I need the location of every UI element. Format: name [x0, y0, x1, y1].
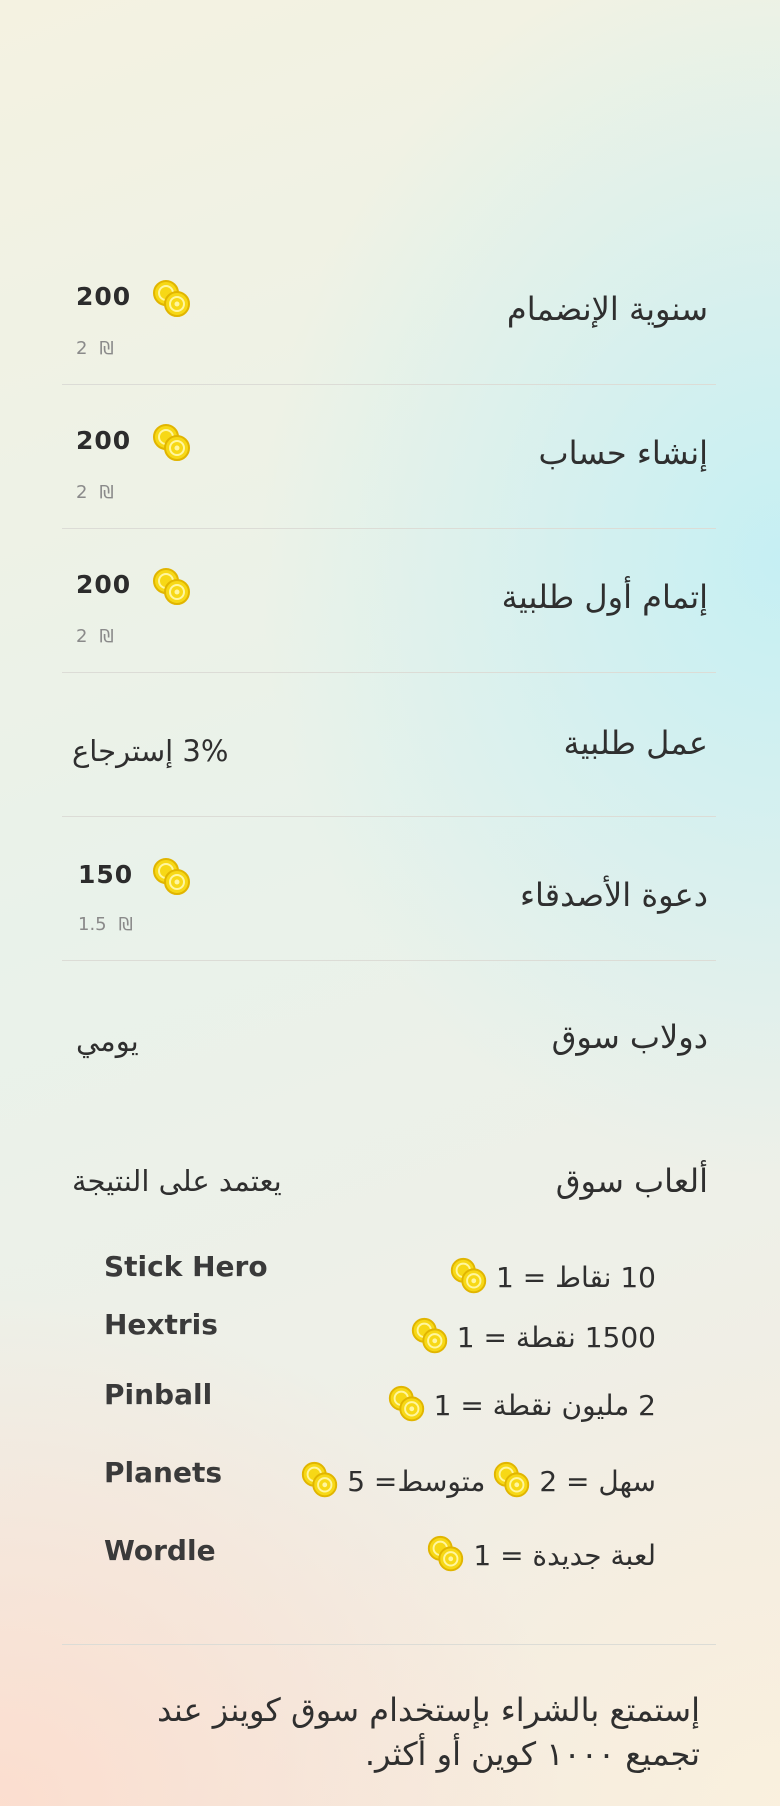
reward-title: دولاب سوق: [551, 1018, 708, 1056]
game-name-hextris: Hextris: [104, 1308, 218, 1341]
footer-note: إستمتع بالشراء بإستخدام سوق كوينز عند تج…: [157, 1691, 700, 1773]
reward-row-place-order: عمل طلبية 3% إسترجاع: [62, 672, 716, 817]
reward-amount: 200: [76, 282, 132, 311]
reward-title: إنشاء حساب: [538, 434, 708, 472]
game-name-stick-hero: Stick Hero: [104, 1250, 268, 1283]
game-rate-hextris: 1500 نقطة = 1: [403, 1316, 656, 1358]
reward-title: دعوة الأصدقاء: [519, 876, 708, 914]
reward-amount: 200: [76, 570, 132, 599]
coin-stack-icon: [409, 1316, 451, 1358]
reward-row-anniversary: سنوية الإنضمام 200 2 ₪: [62, 240, 716, 385]
coin-stack-icon: [150, 856, 194, 900]
coin-stack-icon: [491, 1460, 533, 1502]
game-rate-planets: سهل = 2 متوسط= 5: [293, 1460, 656, 1502]
game-rate-stick-hero: 10 نقاط = 1: [442, 1256, 656, 1298]
reward-value: 2 ₪: [76, 626, 114, 647]
coin-stack-icon: [150, 566, 194, 610]
game-rate-pinball: 2 مليون نقطة = 1: [380, 1384, 656, 1426]
reward-amount: 150: [78, 860, 134, 889]
coin-stack-icon: [299, 1460, 341, 1502]
reward-value: 1.5 ₪: [78, 914, 133, 935]
reward-amount: 200: [76, 426, 132, 455]
reward-title: عمل طلبية: [563, 724, 708, 762]
reward-row-games: ألعاب سوق يعتمد على النتيجة: [62, 1104, 716, 1200]
reward-row-wheel: دولاب سوق يومي: [62, 960, 716, 1104]
reward-row-create-account: إنشاء حساب 200 2 ₪: [62, 384, 716, 529]
reward-title: إتمام أول طلبية: [501, 578, 708, 616]
reward-text: يعتمد على النتيجة: [72, 1164, 282, 1198]
reward-value: 2 ₪: [76, 338, 114, 359]
game-name-pinball: Pinball: [104, 1378, 213, 1411]
reward-title: سنوية الإنضمام: [506, 290, 708, 328]
footer-divider: [62, 1644, 716, 1645]
coin-stack-icon: [150, 422, 194, 466]
game-name-wordle: Wordle: [104, 1534, 216, 1567]
reward-row-invite-friends: دعوة الأصدقاء 150 1.5 ₪: [62, 816, 716, 961]
reward-text: 3% إسترجاع: [72, 734, 229, 768]
coin-stack-icon: [386, 1384, 428, 1426]
reward-text: يومي: [76, 1024, 139, 1058]
reward-row-first-order: إتمام أول طلبية 200 2 ₪: [62, 528, 716, 673]
coin-stack-icon: [150, 278, 194, 322]
game-name-planets: Planets: [104, 1456, 222, 1489]
game-rate-wordle: لعبة جديدة = 1: [419, 1534, 656, 1576]
coin-stack-icon: [425, 1534, 467, 1576]
coin-stack-icon: [448, 1256, 490, 1298]
reward-value: 2 ₪: [76, 482, 114, 503]
reward-title: ألعاب سوق: [555, 1162, 708, 1200]
